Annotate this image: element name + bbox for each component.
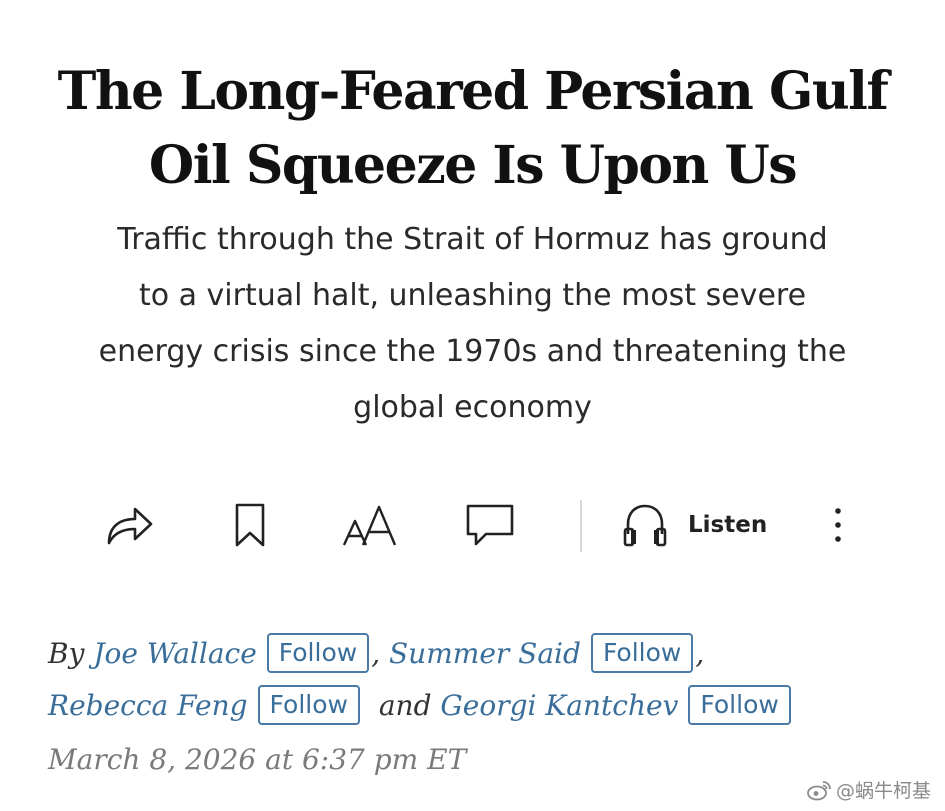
watermark-text: @蜗牛柯基 <box>835 780 931 802</box>
comment-icon <box>466 504 513 546</box>
listen-label: Listen <box>688 512 768 538</box>
author-link-rebecca-feng[interactable]: Rebecca Feng <box>48 689 248 722</box>
article-dek: Traffic through the Strait of Hormuz has… <box>60 212 885 436</box>
more-options-button[interactable] <box>818 490 858 560</box>
author-link-summer-said[interactable]: Summer Said <box>389 637 581 670</box>
follow-button-rebecca-feng[interactable]: Follow <box>257 684 360 725</box>
article-toolbar: Listen <box>0 490 945 560</box>
article-headline: The Long-Feared Persian Gulf Oil Squeeze… <box>0 55 945 203</box>
watermark: @蜗牛柯基 <box>806 776 931 803</box>
weibo-icon <box>807 780 831 800</box>
author-link-joe-wallace[interactable]: Joe Wallace <box>93 637 256 670</box>
follow-button-joe-wallace[interactable]: Follow <box>266 632 370 673</box>
dek-line-1: Traffic through the Strait of Hormuz has… <box>117 222 828 257</box>
byline-row-1: By Joe Wallace Follow, Summer Said Follow, <box>48 628 928 680</box>
author-link-georgi-kantchev[interactable]: Georgi Kantchev <box>440 689 678 722</box>
toolbar-divider <box>580 500 582 552</box>
dek-line-4: global economy <box>353 390 592 425</box>
headphones-icon <box>623 504 667 547</box>
text-size-icon <box>342 505 396 546</box>
bookmark-button[interactable] <box>215 490 285 560</box>
follow-button-georgi-kantchev[interactable]: Follow <box>688 684 791 725</box>
bookmark-icon <box>235 503 265 547</box>
byline-comma: , <box>371 637 381 670</box>
byline-row-2: Rebecca Feng Follow and Georgi Kantchev Fo… <box>48 680 928 732</box>
publish-date: March 8, 2026 at 6:37 pm ET <box>48 743 467 776</box>
byline-comma: , <box>695 637 705 670</box>
share-button[interactable] <box>95 490 165 560</box>
byline-prefix: By <box>48 637 85 670</box>
more-vertical-icon <box>835 508 841 542</box>
dek-line-2: to a virtual halt, unleashing the most s… <box>138 278 807 313</box>
dek-line-3: energy crisis since the 1970s and threat… <box>98 334 847 369</box>
byline: By Joe Wallace Follow, Summer Said Follow,… <box>48 628 928 732</box>
share-arrow-icon <box>107 507 153 545</box>
headline-line-2: Oil Squeeze Is Upon Us <box>148 134 798 196</box>
text-size-button[interactable] <box>332 490 407 560</box>
byline-conjunction: and <box>378 689 432 722</box>
headline-line-1: The Long-Feared Persian Gulf <box>57 60 889 122</box>
follow-button-summer-said[interactable]: Follow <box>590 632 694 673</box>
listen-button[interactable]: Listen <box>620 490 790 560</box>
comments-button[interactable] <box>452 490 527 560</box>
